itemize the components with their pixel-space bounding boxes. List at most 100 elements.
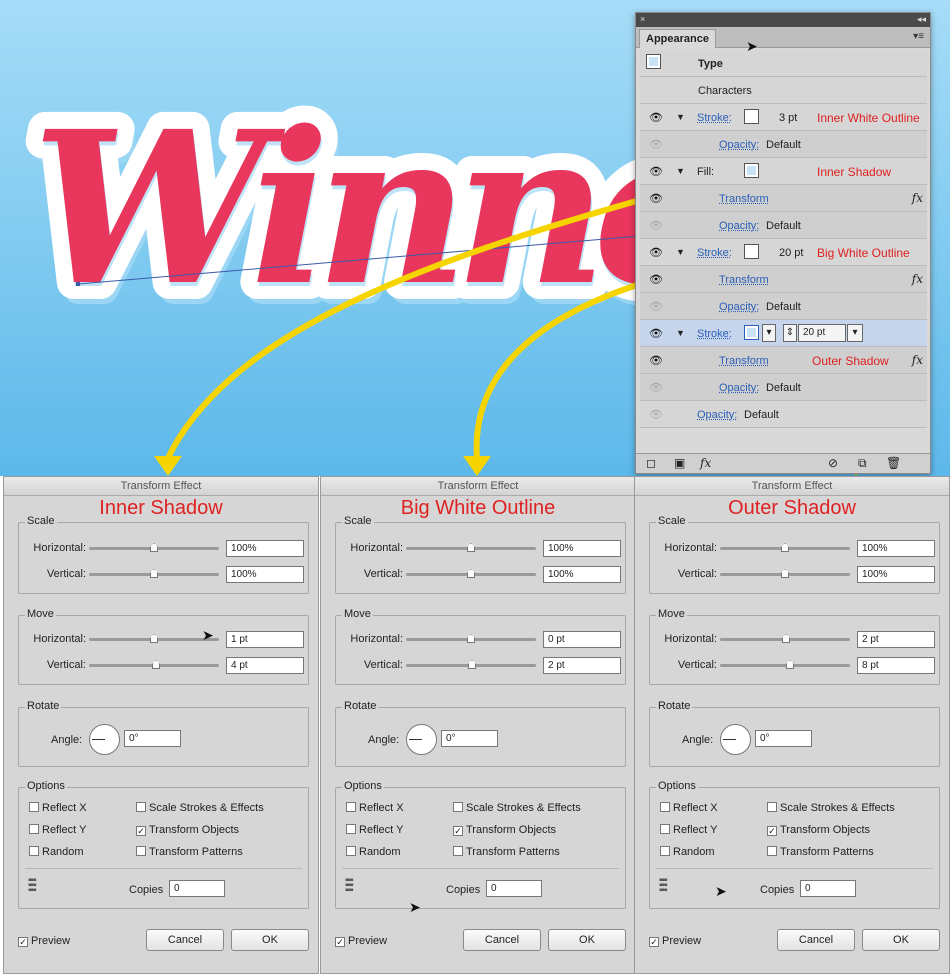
eye-icon[interactable]: 👁 (649, 300, 663, 313)
transform-effect-dialog-inner-shadow[interactable]: Transform Effect Inner Shadow Scale Hori… (3, 476, 319, 974)
transform-patterns-checkbox[interactable]: Transform Patterns (136, 846, 243, 858)
appearance-panel[interactable]: × ◂◂ Appearance ▾≡ Type Characters 👁 ▼ S… (635, 12, 931, 474)
slider-knob[interactable] (150, 543, 158, 552)
add-fill-icon[interactable]: ▣ (674, 456, 685, 470)
appearance-row-stroke-3pt[interactable]: 👁 ▼ Stroke: 3 pt Inner White Outline (640, 104, 927, 131)
preview-checkbox[interactable]: ✓ Preview (649, 935, 701, 947)
collapse-icon[interactable]: ◂◂ (917, 14, 926, 25)
angle-dial[interactable] (89, 724, 120, 755)
disclosure-triangle-icon[interactable]: ▼ (676, 247, 685, 257)
stroke-color-swatch[interactable] (744, 244, 759, 259)
slider-knob[interactable] (468, 660, 476, 669)
slider-knob[interactable] (150, 634, 158, 643)
panel-titlebar[interactable]: × ◂◂ (636, 13, 930, 27)
fx-icon[interactable]: fx (700, 456, 711, 470)
appearance-row-transform[interactable]: 👁 Transform fx (640, 266, 927, 293)
reflect-x-checkbox[interactable]: Reflect X (660, 802, 718, 814)
scale-vertical-input[interactable]: 100% (857, 566, 935, 583)
scale-strokes-checkbox[interactable]: Scale Strokes & Effects (767, 802, 895, 814)
slider-knob[interactable] (152, 660, 160, 669)
appearance-row-opacity[interactable]: 👁 Opacity: Default (640, 212, 927, 239)
move-vertical-input[interactable]: 2 pt (543, 657, 621, 674)
copies-input[interactable]: 0 (486, 880, 542, 897)
opacity-link[interactable]: Opacity: (719, 301, 759, 313)
transform-patterns-checkbox[interactable]: Transform Patterns (453, 846, 560, 858)
reflect-y-checkbox[interactable]: Reflect Y (29, 824, 86, 836)
transform-effect-dialog-outer-shadow[interactable]: Transform Effect Outer Shadow Scale Hori… (634, 476, 950, 974)
eye-icon[interactable]: 👁 (649, 111, 663, 124)
move-horizontal-input[interactable]: 0 pt (543, 631, 621, 648)
stroke-color-dropdown[interactable]: ▾ (762, 324, 776, 342)
random-checkbox[interactable]: Random (346, 846, 401, 858)
stroke-weight-stepper[interactable]: ⇕ (783, 324, 797, 342)
reflect-y-checkbox[interactable]: Reflect Y (346, 824, 403, 836)
fill-color-swatch[interactable] (744, 163, 759, 178)
disclosure-triangle-icon[interactable]: ▼ (676, 166, 685, 176)
copies-input[interactable]: 0 (169, 880, 225, 897)
appearance-row-stroke-20pt[interactable]: 👁 ▼ Stroke: 20 pt Big White Outline (640, 239, 927, 266)
angle-input[interactable]: 0° (441, 730, 498, 747)
eye-icon[interactable]: 👁 (649, 165, 663, 178)
move-vertical-input[interactable]: 4 pt (226, 657, 304, 674)
eye-icon[interactable]: 👁 (649, 381, 663, 394)
clear-appearance-icon[interactable]: ⊘ (828, 456, 838, 470)
transform-objects-checkbox[interactable]: ✓ Transform Objects (453, 824, 556, 836)
random-checkbox[interactable]: Random (660, 846, 715, 858)
scale-vertical-slider[interactable] (720, 569, 850, 578)
trash-icon[interactable]: 🗑 (886, 456, 901, 470)
appearance-row-type[interactable]: Type (640, 50, 927, 77)
scale-horizontal-input[interactable]: 100% (543, 540, 621, 557)
appearance-row-opacity[interactable]: 👁 Opacity: Default (640, 374, 927, 401)
angle-input[interactable]: 0° (124, 730, 181, 747)
disclosure-triangle-icon[interactable]: ▼ (676, 112, 685, 122)
appearance-row-transform[interactable]: 👁 Transform Outer Shadow fx (640, 347, 927, 374)
transform-effect-dialog-big-white-outline[interactable]: Transform Effect Big White Outline Scale… (320, 476, 636, 974)
scale-horizontal-slider[interactable] (406, 543, 536, 552)
eye-icon[interactable]: 👁 (649, 327, 663, 340)
move-vertical-slider[interactable] (89, 660, 219, 669)
transform-link[interactable]: Transform (719, 355, 769, 367)
move-horizontal-slider[interactable] (720, 634, 850, 643)
ok-button[interactable]: OK (548, 929, 626, 951)
reference-point-icon[interactable]: ▪▪▪ ▪▪▪ ▪▪▪ (28, 876, 37, 896)
move-horizontal-input[interactable]: 2 pt (857, 631, 935, 648)
opacity-link[interactable]: Opacity: (697, 409, 737, 421)
appearance-row-opacity[interactable]: 👁 Opacity: Default (640, 293, 927, 320)
slider-knob[interactable] (782, 634, 790, 643)
stroke-color-swatch[interactable] (744, 109, 759, 124)
appearance-row-fill[interactable]: 👁 ▼ Fill: Inner Shadow (640, 158, 927, 185)
slider-knob[interactable] (786, 660, 794, 669)
transform-objects-checkbox[interactable]: ✓ Transform Objects (767, 824, 870, 836)
scale-vertical-slider[interactable] (406, 569, 536, 578)
move-horizontal-input[interactable]: 1 pt (226, 631, 304, 648)
move-horizontal-slider[interactable] (89, 634, 219, 643)
ok-button[interactable]: OK (231, 929, 309, 951)
move-vertical-slider[interactable] (406, 660, 536, 669)
scale-horizontal-slider[interactable] (89, 543, 219, 552)
reference-point-icon[interactable]: ▪▪▪ ▪▪▪ ▪▪▪ (345, 876, 354, 896)
ok-button[interactable]: OK (862, 929, 940, 951)
reflect-x-checkbox[interactable]: Reflect X (29, 802, 87, 814)
opacity-link[interactable]: Opacity: (719, 382, 759, 394)
scale-horizontal-input[interactable]: 100% (857, 540, 935, 557)
angle-input[interactable]: 0° (755, 730, 812, 747)
eye-icon[interactable]: 👁 (649, 219, 663, 232)
eye-icon[interactable]: 👁 (649, 138, 663, 151)
scale-strokes-checkbox[interactable]: Scale Strokes & Effects (453, 802, 581, 814)
close-icon[interactable]: × (640, 14, 645, 24)
slider-knob[interactable] (781, 569, 789, 578)
preview-checkbox[interactable]: ✓ Preview (18, 935, 70, 947)
scale-horizontal-slider[interactable] (720, 543, 850, 552)
scale-horizontal-input[interactable]: 100% (226, 540, 304, 557)
transform-objects-checkbox[interactable]: ✓ Transform Objects (136, 824, 239, 836)
scale-vertical-input[interactable]: 100% (543, 566, 621, 583)
reference-point-icon[interactable]: ▪▪▪ ▪▪▪ ▪▪▪ (659, 876, 668, 896)
stroke-link[interactable]: Stroke: (697, 328, 732, 340)
appearance-row-characters[interactable]: Characters (640, 77, 927, 104)
move-vertical-slider[interactable] (720, 660, 850, 669)
tab-appearance[interactable]: Appearance (639, 29, 716, 48)
opacity-link[interactable]: Opacity: (719, 139, 759, 151)
opacity-link[interactable]: Opacity: (719, 220, 759, 232)
slider-knob[interactable] (781, 543, 789, 552)
add-stroke-icon[interactable]: ◻ (646, 456, 656, 470)
